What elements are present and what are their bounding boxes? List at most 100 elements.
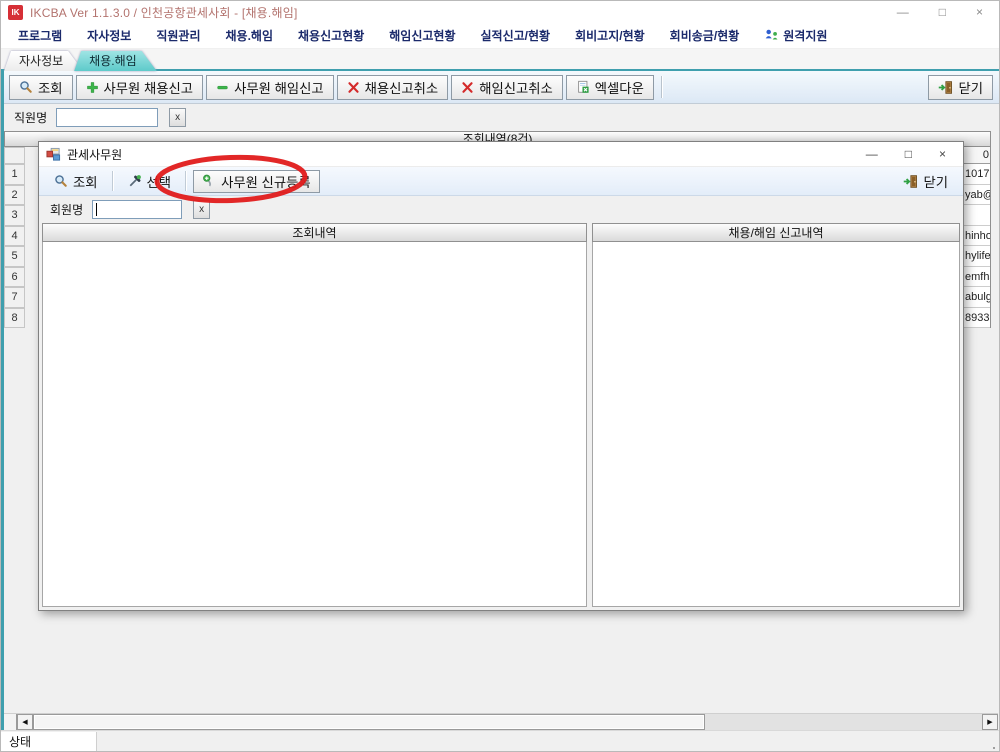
close-button[interactable]: × [976, 5, 983, 19]
menu-employee-mgmt[interactable]: 직원관리 [156, 27, 200, 44]
menu-fee-notice[interactable]: 회비고지/현황 [575, 27, 645, 44]
hire-dismiss-report-panel-body[interactable] [592, 242, 960, 607]
row-number-column: 1 2 3 4 5 6 7 8 [4, 147, 25, 328]
employee-name-input[interactable] [56, 108, 158, 127]
row-number[interactable]: 1 [4, 164, 25, 185]
search-icon [19, 80, 33, 94]
member-name-input[interactable] [92, 200, 182, 219]
employee-name-label: 직원명 [14, 109, 47, 126]
tab-strip: 자사정보 채용.해임 [1, 49, 999, 71]
menu-program[interactable]: 프로그램 [18, 27, 62, 44]
dismiss-report-cancel-button[interactable]: 해임신고취소 [451, 75, 563, 100]
hire-report-cancel-button[interactable]: 채용신고취소 [337, 75, 449, 100]
dialog-search-button[interactable]: 조회 [46, 170, 106, 193]
menu-fee-remit[interactable]: 회비송금/현황 [670, 27, 740, 44]
table-cell-fragment[interactable]: yab@ [964, 185, 990, 206]
customs-clerk-dialog: 관세사무원 — □ × 조회 선택 사무원 신규등록 [38, 141, 964, 611]
menu-remote-support[interactable]: 원격지원 [764, 27, 827, 44]
table-right-fragment-column: 0 10171 yab@ hinho- hylife@ emfhs abulgo… [964, 147, 991, 328]
dialog-close-button[interactable]: × [939, 147, 946, 161]
table-cell-fragment[interactable]: emfhs [964, 267, 990, 288]
close-screen-button[interactable]: 닫기 [928, 75, 993, 100]
menu-bar: 프로그램 자사정보 직원관리 채용.해임 채용신고현황 해임신고현황 실적신고/… [1, 23, 999, 49]
row-number[interactable]: 3 [4, 205, 25, 226]
red-x-icon [347, 81, 360, 94]
app-window: IK IKCBA Ver 1.1.3.0 / 인천공항관세사회 - [채용.해임… [0, 0, 1000, 752]
dialog-select-label: 선택 [147, 172, 172, 191]
row-number[interactable]: 6 [4, 267, 25, 288]
new-plus-icon [202, 174, 216, 188]
search-button[interactable]: 조회 [9, 75, 73, 100]
dialog-minimize-button[interactable]: — [866, 147, 878, 161]
scrollbar-corner-box [4, 714, 17, 730]
table-cell-fragment[interactable]: hinho- [964, 226, 990, 247]
employee-dismiss-report-button[interactable]: 사무원 해임신고 [206, 75, 334, 100]
maximize-button[interactable]: □ [939, 5, 946, 19]
row-number[interactable]: 2 [4, 185, 25, 206]
door-exit-icon [903, 174, 918, 189]
table-cell-fragment[interactable]: hylife@ [964, 246, 990, 267]
employee-hire-report-label: 사무원 채용신고 [104, 78, 194, 97]
menu-company-info[interactable]: 자사정보 [87, 27, 131, 44]
row-header-corner [4, 147, 25, 164]
employee-name-clear-button[interactable]: x [169, 108, 186, 127]
dialog-maximize-button[interactable]: □ [905, 147, 912, 161]
employee-hire-report-button[interactable]: 사무원 채용신고 [76, 75, 204, 100]
dialog-select-button[interactable]: 선택 [120, 170, 180, 193]
toolbar-separator [185, 171, 187, 191]
minus-icon [216, 81, 229, 94]
menu-hire-report-status[interactable]: 채용신고현황 [298, 27, 364, 44]
picker-icon [128, 174, 142, 188]
dialog-panels: 조회내역 채용/해임 신고내역 [42, 223, 960, 607]
search-result-panel-body[interactable] [42, 242, 587, 607]
search-button-label: 조회 [38, 78, 63, 97]
dialog-search-label: 조회 [73, 172, 98, 191]
excel-icon [576, 80, 590, 94]
dialog-close-screen-button[interactable]: 닫기 [895, 170, 956, 193]
menu-dismiss-report-status[interactable]: 해임신고현황 [389, 27, 455, 44]
hire-report-cancel-label: 채용신고취소 [365, 78, 439, 97]
text-cursor [96, 203, 97, 216]
hire-dismiss-report-panel: 채용/해임 신고내역 [592, 223, 960, 607]
search-icon [54, 174, 68, 188]
scroll-right-arrow[interactable]: ▶ [982, 714, 998, 730]
plus-icon [86, 81, 99, 94]
dialog-title-bar: 관세사무원 — □ × [39, 142, 963, 167]
member-filter-row: 회원명 x [39, 196, 963, 223]
row-number[interactable]: 4 [4, 226, 25, 247]
scrollbar-thumb[interactable] [33, 714, 705, 730]
search-result-panel-header: 조회내역 [42, 223, 587, 242]
row-number[interactable]: 5 [4, 246, 25, 267]
menu-performance-report[interactable]: 실적신고/현황 [481, 27, 551, 44]
remote-support-icon [764, 28, 779, 43]
status-label: 상태 [1, 732, 97, 752]
scrollbar-track[interactable] [705, 714, 982, 730]
row-number[interactable]: 7 [4, 287, 25, 308]
app-logo-icon: IK [8, 5, 23, 20]
employee-filter-row: 직원명 x [4, 104, 1000, 131]
employee-dismiss-report-label: 사무원 해임신고 [234, 78, 324, 97]
close-screen-label: 닫기 [958, 78, 983, 97]
tab-hire-dismiss[interactable]: 채용.해임 [74, 52, 157, 69]
excel-download-button[interactable]: 엑셀다운 [566, 75, 654, 100]
column-header-fragment: 0 [964, 147, 990, 164]
table-cell-fragment[interactable]: abulgo [964, 287, 990, 308]
excel-download-label: 엑셀다운 [595, 78, 644, 97]
member-name-label: 회원명 [50, 201, 83, 218]
member-name-clear-button[interactable]: x [193, 200, 210, 219]
minimize-button[interactable]: — [897, 5, 909, 19]
dialog-toolbar: 조회 선택 사무원 신규등록 닫기 [39, 167, 963, 196]
status-bar: 상태 [1, 730, 999, 752]
clerk-new-register-button[interactable]: 사무원 신규등록 [193, 170, 320, 193]
row-number[interactable]: 8 [4, 308, 25, 329]
hire-dismiss-report-panel-header: 채용/해임 신고내역 [592, 223, 960, 242]
table-cell-fragment[interactable]: 893350 [964, 308, 990, 329]
scroll-left-arrow[interactable]: ◀ [17, 714, 33, 730]
resize-grip[interactable] [993, 747, 995, 749]
table-cell-fragment[interactable] [964, 205, 990, 226]
horizontal-scrollbar: ◀ ▶ [4, 713, 998, 730]
menu-hire-dismiss[interactable]: 채용.해임 [226, 27, 274, 44]
table-cell-fragment[interactable]: 10171 [964, 164, 990, 185]
main-toolbar: 조회 사무원 채용신고 사무원 해임신고 채용신고취소 해임신고취소 엑셀다운 … [4, 71, 1000, 104]
tab-company-info[interactable]: 자사정보 [4, 52, 83, 69]
